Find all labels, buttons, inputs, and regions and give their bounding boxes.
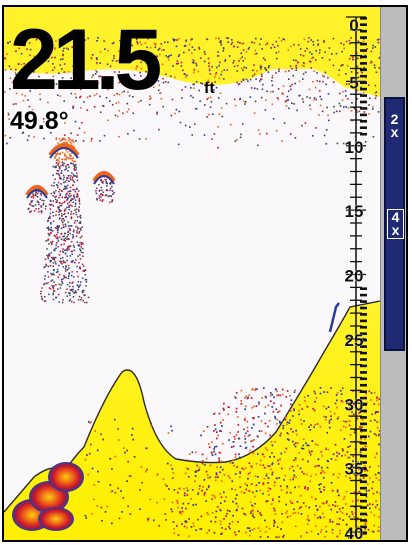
- zoom-window[interactable]: 2 x 4 x: [384, 97, 405, 351]
- depth-scale-return: [360, 23, 367, 26]
- depth-scale-return: [360, 358, 367, 361]
- depth-scale-return: [360, 313, 367, 316]
- depth-label: 25: [345, 331, 364, 350]
- depth-scale-return: [360, 377, 367, 381]
- depth-scale-return: [360, 17, 367, 20]
- depth-scale-return: [360, 29, 367, 33]
- depth-readout: 21.5: [10, 12, 161, 108]
- sonar-screen: 0 5 10 15 20 25 30 35 40 21.5 ft 49.8° 2 x 4 x: [2, 5, 408, 542]
- depth-scale-return: [360, 120, 367, 123]
- depth-scale-return: [360, 287, 367, 290]
- depth-label: 40: [345, 524, 364, 540]
- depth-label: 0: [349, 16, 358, 35]
- depth-unit: ft: [204, 80, 215, 97]
- depth-scale-return: [360, 454, 367, 458]
- depth-scale-return: [360, 326, 367, 329]
- depth-label: 30: [345, 395, 364, 414]
- water-temperature: 49.8°: [10, 107, 69, 135]
- depth-scale-return: [360, 364, 367, 368]
- depth-scale-return: [360, 62, 367, 65]
- depth-scale-return: [360, 36, 367, 39]
- depth-scale-return: [360, 429, 367, 432]
- depth-scale-return: [360, 94, 367, 97]
- depth-scale-return: [360, 306, 367, 310]
- depth-scale-return: [360, 42, 367, 46]
- depth-scale-return: [360, 55, 367, 59]
- depth-scale-return: [360, 74, 367, 78]
- depth-scale-return: [360, 383, 367, 387]
- depth-scale-return: [360, 512, 367, 516]
- zoom-2x-suffix: x: [390, 124, 399, 140]
- depth-scale-return: [360, 126, 367, 129]
- depth-scale-return: [360, 132, 367, 136]
- depth-label: 10: [345, 138, 364, 157]
- zoom-4x-suffix: x: [391, 222, 400, 238]
- depth-scale-return: [360, 519, 367, 522]
- depth-scale-return: [360, 435, 367, 438]
- depth-label: 15: [345, 202, 364, 221]
- depth-scale-return: [360, 422, 367, 426]
- depth-scale-return: [360, 87, 367, 91]
- depth-scale-return: [360, 100, 367, 104]
- depth-scale-return: [360, 81, 367, 84]
- depth-scale-return: [360, 448, 367, 451]
- sonar-graph: 0 5 10 15 20 25 30 35 40 21.5 ft 49.8°: [4, 7, 380, 540]
- zoom-sidebar: 2 x 4 x: [380, 7, 406, 540]
- depth-label: 5: [349, 73, 358, 92]
- depth-scale-return: [360, 49, 367, 52]
- depth-scale: 0 5 10 15 20 25 30 35 40: [344, 16, 367, 540]
- depth-scale-return: [360, 319, 367, 323]
- depth-scale-return: [360, 351, 367, 355]
- depth-scale-return: [360, 499, 367, 503]
- depth-scale-return: [360, 371, 367, 374]
- depth-label: 35: [345, 460, 364, 479]
- depth-scale-return: [360, 107, 367, 110]
- depth-scale-return: [360, 416, 367, 419]
- sonar-view[interactable]: 0 5 10 15 20 25 30 35 40 21.5 ft 49.8°: [4, 7, 380, 540]
- depth-scale-return: [360, 300, 367, 303]
- depth-scale-return: [360, 480, 367, 484]
- depth-label: 20: [345, 267, 364, 286]
- depth-scale-return: [360, 68, 367, 72]
- depth-scale-return: [360, 486, 367, 490]
- depth-scale-return: [360, 390, 367, 393]
- zoom-mark-2x[interactable]: 2 x: [387, 112, 402, 140]
- depth-scale-return: [360, 493, 367, 496]
- zoom-mark-4x[interactable]: 4 x: [387, 209, 404, 239]
- depth-scale-return: [360, 113, 367, 117]
- depth-scale-return: [360, 293, 367, 297]
- fish-arches: [25, 137, 340, 333]
- depth-scale-return: [360, 441, 367, 445]
- depth-scale-return: [360, 506, 367, 509]
